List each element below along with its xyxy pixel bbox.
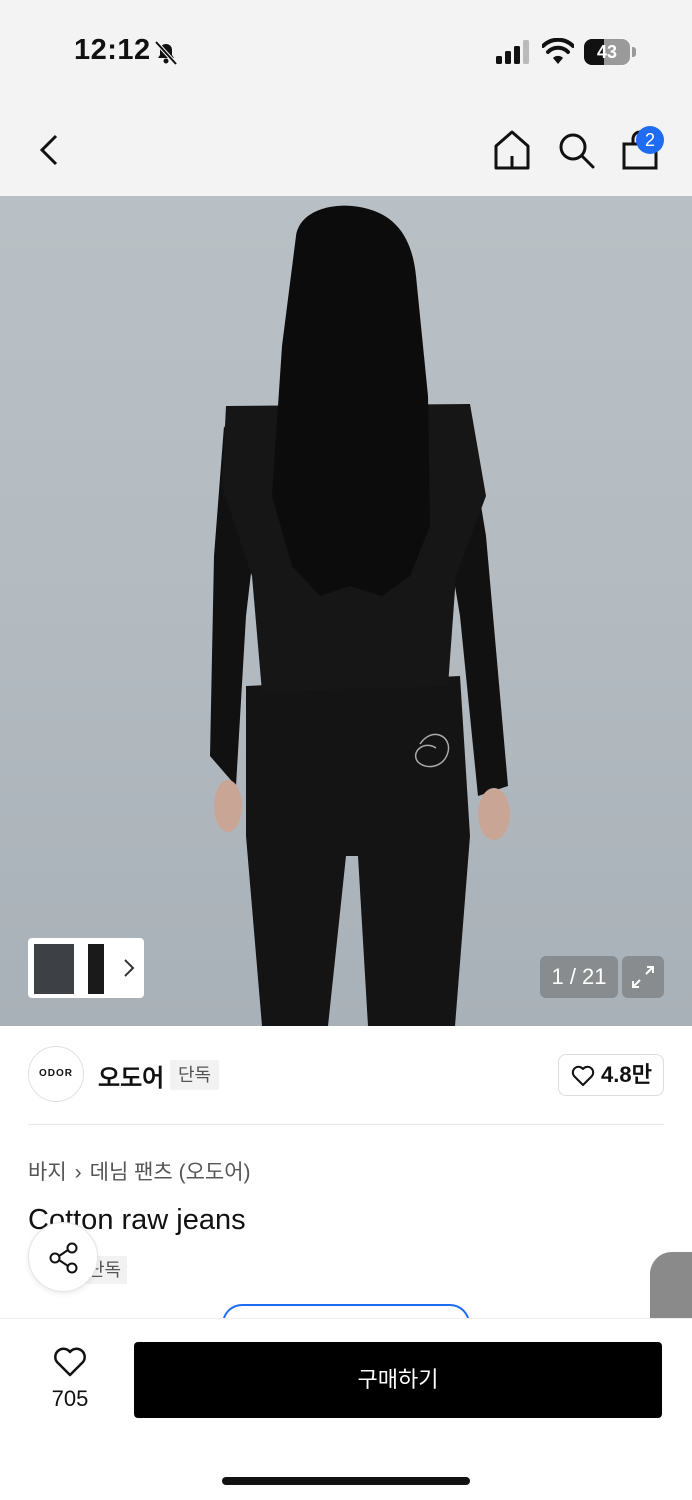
back-arrow-icon[interactable]	[30, 130, 70, 170]
search-icon[interactable]	[556, 130, 596, 170]
breadcrumb-item[interactable]: 데님 팬츠 (오도어)	[90, 1161, 251, 1184]
signal-icon	[496, 40, 529, 64]
cart-count-badge: 2	[636, 126, 664, 154]
breadcrumb-item[interactable]: 바지	[28, 1161, 67, 1184]
breadcrumb: 바지 › 데님 팬츠 (오도어)	[28, 1156, 251, 1186]
status-bar: 12:12 43	[0, 0, 692, 100]
chevron-right-icon[interactable]	[120, 956, 138, 980]
battery-body: 43	[584, 39, 630, 65]
breadcrumb-separator: ›	[74, 1161, 82, 1184]
brand-name[interactable]: 오도어	[98, 1058, 164, 1093]
product-hero-image[interactable]	[0, 196, 692, 1026]
header-nav	[0, 100, 692, 196]
heart-icon[interactable]	[52, 1346, 88, 1378]
thumbnail-image[interactable]	[88, 944, 104, 994]
home-icon[interactable]	[492, 128, 532, 170]
status-time: 12:12	[74, 34, 151, 66]
battery-tip	[632, 47, 636, 57]
bell-slash-icon	[154, 40, 178, 66]
expand-icon	[632, 966, 654, 988]
divider	[28, 1124, 664, 1125]
buy-button[interactable]: 구매하기	[134, 1342, 662, 1418]
heart-icon	[571, 1065, 595, 1086]
image-counter: 1 / 21	[540, 956, 618, 998]
thumbnail-image[interactable]	[34, 944, 74, 994]
home-indicator	[222, 1477, 470, 1485]
brand-like-count: 4.8만	[601, 1062, 652, 1087]
expand-button[interactable]	[622, 956, 664, 998]
exclusive-tag: 단독	[170, 1060, 220, 1090]
model-photo	[210, 205, 510, 1026]
share-icon	[49, 1242, 78, 1274]
thumbnail-strip[interactable]	[28, 938, 144, 998]
battery-percent: 43	[596, 42, 618, 62]
brand-like-button[interactable]: 4.8만	[558, 1054, 664, 1096]
brand-logo[interactable]: ODOR	[28, 1046, 84, 1102]
wish-count: 705	[51, 1386, 89, 1411]
wifi-icon	[542, 38, 574, 64]
share-button[interactable]	[28, 1222, 98, 1292]
battery-icon: 43	[584, 39, 636, 65]
